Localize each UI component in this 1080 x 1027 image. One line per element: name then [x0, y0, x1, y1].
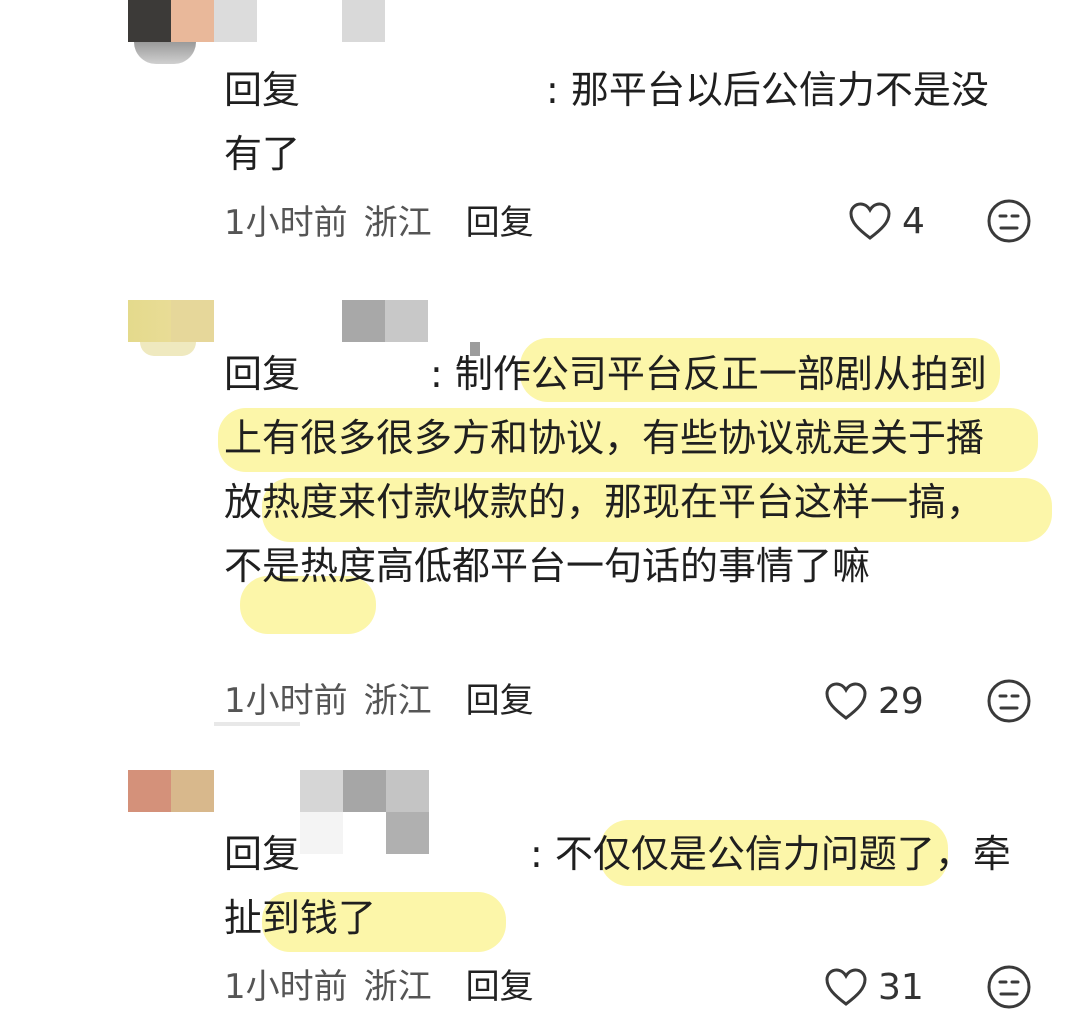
- username-redacted: [300, 78, 546, 108]
- like-count: 29: [878, 680, 924, 722]
- username-blur: [342, 300, 428, 342]
- reply-separator: :: [430, 352, 455, 396]
- heart-outline-icon: [825, 968, 867, 1006]
- comment-text: 回复: 不仅仅是公信力问题了，牵扯到钱了: [224, 822, 1014, 950]
- avatar[interactable]: [128, 0, 257, 42]
- comment-location: 浙江: [363, 680, 432, 721]
- reply-label: 回复: [224, 68, 301, 112]
- comment-text: 回复: 制作公司平台反正一部剧从拍到上有很多很多方和协议，有些协议就是关于播放热…: [224, 342, 1014, 598]
- like-button[interactable]: 29: [824, 676, 924, 726]
- comment-text: 回复: 那平台以后公信力不是没有了: [224, 58, 1024, 186]
- neutral-face-icon[interactable]: [986, 678, 1032, 724]
- avatar[interactable]: [128, 300, 214, 342]
- reply-label: 回复: [224, 832, 301, 876]
- comment-time: 1小时前: [224, 202, 348, 243]
- comment-time: 1小时前: [224, 680, 348, 721]
- comment-location: 浙江: [363, 202, 432, 243]
- reply-button[interactable]: 回复: [466, 195, 534, 244]
- heart-outline-icon: [825, 682, 867, 720]
- divider: [214, 722, 300, 726]
- avatar[interactable]: [128, 770, 214, 812]
- neutral-face-icon[interactable]: [986, 198, 1032, 244]
- like-button[interactable]: 31: [824, 962, 924, 1012]
- comment-meta: 1小时前 浙江 回复: [224, 672, 534, 722]
- reply-label: 回复: [224, 352, 301, 396]
- neutral-face-icon[interactable]: [986, 964, 1032, 1010]
- like-count: 31: [878, 966, 924, 1008]
- like-button[interactable]: 4: [848, 196, 925, 246]
- comment-time: 1小时前: [224, 966, 348, 1007]
- heart-outline-icon: [849, 202, 891, 240]
- comment-location: 浙江: [363, 966, 432, 1007]
- username-blur: [342, 0, 385, 42]
- avatar-edge: [140, 342, 196, 356]
- comment-meta: 1小时前 浙江 回复: [224, 958, 534, 1008]
- username-redacted: [300, 362, 430, 392]
- reply-button[interactable]: 回复: [466, 959, 534, 1008]
- reply-button[interactable]: 回复: [466, 673, 534, 722]
- avatar-edge: [134, 42, 196, 64]
- comment-meta: 1小时前 浙江 回复: [224, 194, 534, 244]
- username-redacted: [300, 842, 530, 872]
- like-count: 4: [902, 200, 925, 242]
- reply-separator: :: [530, 832, 555, 876]
- reply-separator: :: [546, 68, 571, 112]
